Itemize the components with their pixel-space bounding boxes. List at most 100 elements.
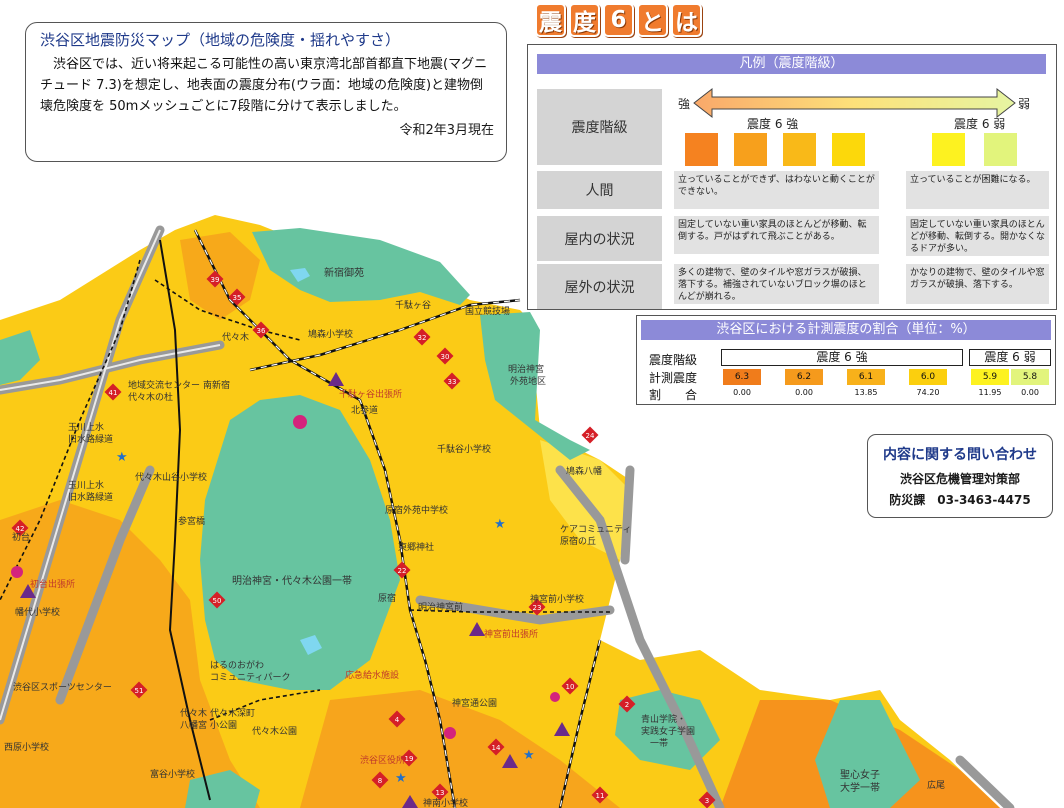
svg-text:4: 4 [395,716,400,724]
svg-text:★: ★ [494,517,506,532]
weak-label: 弱 [1018,97,1031,111]
banner-char: 度 [569,3,600,37]
ratio-cell: 5.9 [971,369,1009,385]
ratio-row-level: 震度階級 [649,353,698,367]
upper-indoor-desc: 固定していない重い家具のほとんどが移動、転倒する。戸がはずれて飛ぶことがある。 [674,216,879,254]
svg-text:代々木公園: 代々木公園 [252,725,297,737]
lower-human-desc: 立っていることが困難になる。 [906,171,1049,209]
svg-text:応急給水施設: 応急給水施設 [345,669,399,681]
lower-outdoor-desc: かなりの建物で、壁のタイルや窓ガラスが破損、落下する。 [906,264,1049,304]
map-title: 渋谷区地震防災マップ（地域の危険度・揺れやすさ） [40,31,401,49]
ratio-header: 渋谷区における計測震度の割合（単位：%） [641,320,1051,340]
svg-text:代々木の杜: 代々木の杜 [128,391,173,403]
ratio-value: 0.00 [733,388,751,397]
svg-text:神南小学校: 神南小学校 [423,797,468,808]
contact-box: 内容に関する問い合わせ 渋谷区危機管理対策部 防災課 03-3463-4475 [867,434,1053,518]
svg-text:千駄ヶ谷: 千駄ヶ谷 [395,299,431,311]
ratio-value: 74.20 [916,388,940,397]
row-head-outdoor: 屋外の状況 [537,264,662,309]
svg-text:代々木: 代々木 [222,331,249,343]
svg-text:小公園: 小公園 [210,720,237,731]
svg-text:コミュニティパーク: コミュニティパーク [210,672,290,683]
svg-text:8: 8 [378,777,382,785]
legend-panel: 凡例（震度階級） 震度階級 人間 屋内の状況 屋外の状況 強 弱 震度 6 強 … [527,44,1057,310]
upper-human-desc: 立っていることができず、はわないと動くことができない。 [674,171,879,209]
svg-text:33: 33 [448,378,457,386]
shindo-6-upper-label: 震度 6 強 [747,117,799,131]
svg-text:実践女子学園: 実践女子学園 [641,725,695,737]
swatch-6-lower-1 [932,133,965,166]
ratio-value: 13.85 [854,388,878,397]
svg-text:参宮橋: 参宮橋 [178,515,205,527]
svg-text:外苑地区: 外苑地区 [510,375,546,387]
svg-text:北参道: 北参道 [351,404,378,416]
banner-char: 震 [535,3,566,37]
svg-text:渋谷区役所: 渋谷区役所 [360,754,405,766]
contact-phone[interactable]: 防災課 03-3463-4475 [868,491,1052,508]
svg-text:玉川上水: 玉川上水 [68,421,104,433]
svg-text:西原小学校: 西原小学校 [4,741,49,753]
svg-text:★: ★ [116,450,128,465]
svg-text:10: 10 [566,683,575,691]
svg-text:渋谷区スポーツセンター: 渋谷区スポーツセンター [13,681,112,693]
svg-text:代々木: 代々木 [180,707,207,719]
svg-text:旧水路緑道: 旧水路緑道 [68,433,113,445]
legend-header: 凡例（震度階級） [537,54,1046,74]
svg-text:神宮前出張所: 神宮前出張所 [484,628,538,640]
svg-text:30: 30 [441,353,450,361]
svg-text:千駄ヶ谷出張所: 千駄ヶ谷出張所 [339,388,402,400]
ratio-cell: 6.3 [723,369,761,385]
svg-text:幡代小学校: 幡代小学校 [15,606,60,618]
shindo-6-banner: 震 度 6 と は [535,3,702,39]
publication-date: 令和2年3月現在 [399,123,494,138]
ratio-value: 0.00 [795,388,813,397]
strong-label: 強 [678,97,691,111]
svg-text:鳩森小学校: 鳩森小学校 [308,328,353,340]
svg-text:青山学院・: 青山学院・ [641,713,686,725]
svg-text:明治神宮: 明治神宮 [508,363,544,375]
map-description: 渋谷区では、近い将来起こる可能性の高い東京湾北部首都直下地震(マグニチュード 7… [40,57,488,114]
contact-title: 内容に関する問い合わせ [883,447,1037,463]
svg-text:11: 11 [596,792,605,800]
svg-text:初台出張所: 初台出張所 [30,578,75,590]
svg-text:国立競技場: 国立競技場 [465,305,510,317]
swatch-6-upper-2 [734,133,767,166]
svg-text:聖心女子: 聖心女子 [840,768,880,781]
svg-text:原宿の丘: 原宿の丘 [560,535,596,547]
svg-text:13: 13 [436,789,445,797]
swatch-6-upper-1 [685,133,718,166]
ratio-row-measured: 計測震度 [649,371,698,385]
ratio-cell: 5.8 [1011,369,1049,385]
svg-text:50: 50 [213,597,222,605]
svg-text:千駄谷小学校: 千駄谷小学校 [437,443,491,455]
row-head-human: 人間 [537,171,662,209]
svg-text:南新宿: 南新宿 [203,379,230,391]
svg-text:地域交流センター: 地域交流センター [128,379,200,391]
swatch-6-upper-4 [832,133,865,166]
ratio-cell: 6.1 [847,369,885,385]
svg-text:14: 14 [492,744,501,752]
svg-text:41: 41 [109,389,118,397]
ratio-row-ratio: 割 合 [649,388,698,402]
svg-text:鳩森八幡: 鳩森八幡 [566,465,602,477]
svg-text:初台: 初台 [12,531,30,543]
svg-text:51: 51 [135,687,144,695]
svg-text:旧水路緑道: 旧水路緑道 [68,491,113,503]
ratio-cell: 6.2 [785,369,823,385]
svg-text:原宿外苑中学校: 原宿外苑中学校 [385,504,448,516]
svg-text:★: ★ [395,771,407,786]
svg-text:2: 2 [625,701,629,709]
svg-text:19: 19 [405,755,414,763]
svg-text:神宮通公園: 神宮通公園 [452,697,497,709]
ratio-value: 0.00 [1021,388,1039,397]
row-head-level: 震度階級 [537,89,662,165]
svg-text:24: 24 [586,432,595,440]
lower-indoor-desc: 固定していない重い家具のほとんどが移動、転倒する。開かなくなるドアが多い。 [906,216,1049,256]
svg-text:大学一帯: 大学一帯 [840,781,880,794]
svg-text:神宮前小学校: 神宮前小学校 [530,593,584,605]
intensity-ratio-panel: 渋谷区における計測震度の割合（単位：%） 震度階級 計測震度 割 合 震度 6 … [636,315,1056,405]
map-description-box: 渋谷区地震防災マップ（地域の危険度・揺れやすさ） 渋谷区では、近い将来起こる可能… [25,22,507,162]
svg-text:代々木深町: 代々木深町 [210,707,255,719]
swatch-6-upper-3 [783,133,816,166]
svg-text:22: 22 [398,567,407,575]
